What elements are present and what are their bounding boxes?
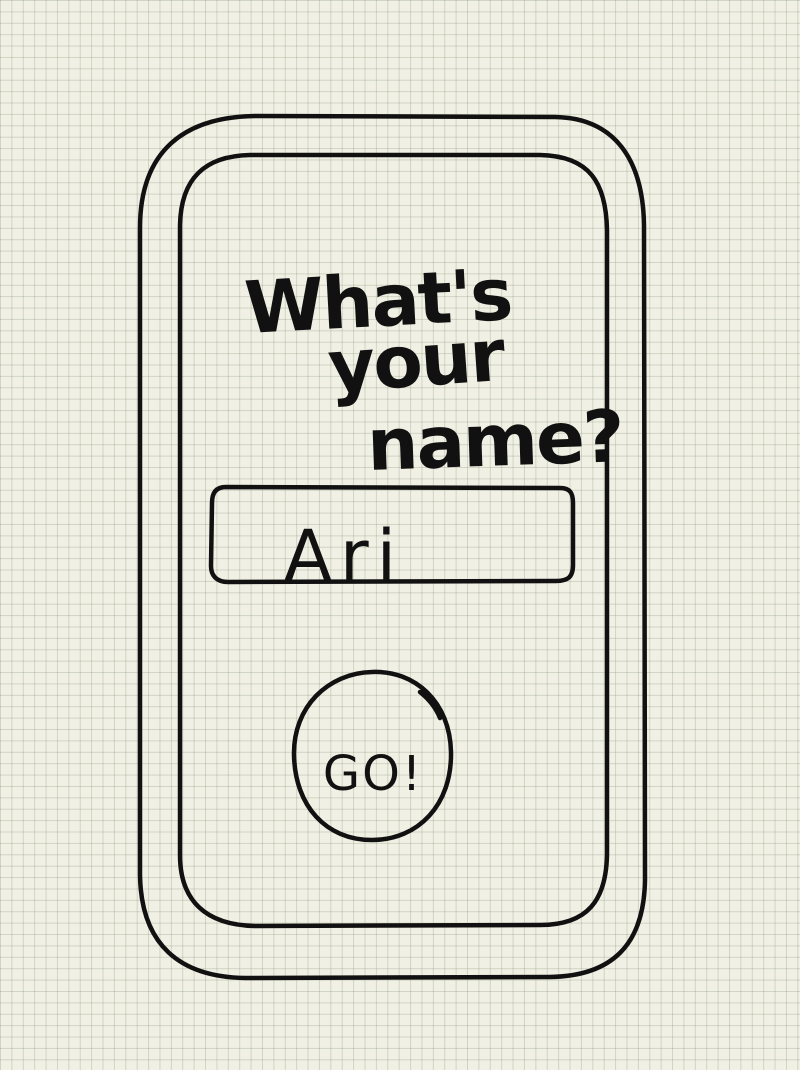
prompt-line-3: name? bbox=[366, 394, 624, 487]
name-input-value: Ari bbox=[284, 515, 404, 597]
wireframe-sketch: What's your name? Ari GO! bbox=[137, 113, 648, 981]
go-button-label: GO! bbox=[323, 746, 423, 802]
prompt-line-2: your bbox=[325, 313, 508, 409]
name-prompt-heading: What's your name? bbox=[242, 252, 623, 487]
go-button[interactable]: GO! bbox=[291, 669, 454, 843]
name-input-field[interactable]: Ari bbox=[208, 484, 576, 597]
